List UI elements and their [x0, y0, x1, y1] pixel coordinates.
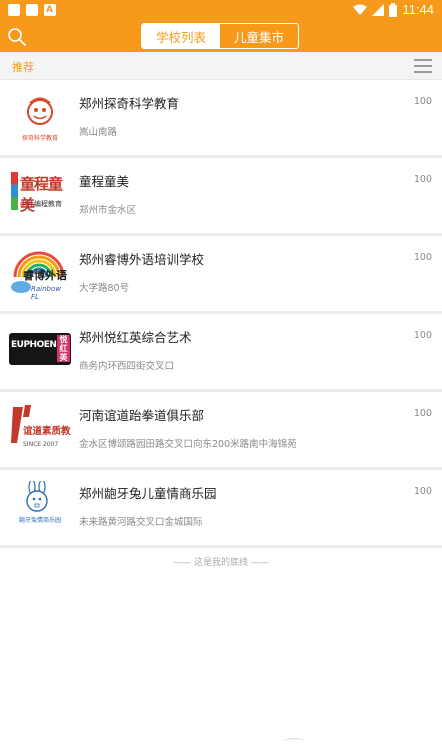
- school-logo: 龅牙兔情商乐园: [9, 481, 71, 537]
- wifi-icon: [353, 4, 368, 15]
- list-item[interactable]: 谊道素质教育 SINCE 2007 河南谊道跆拳道俱乐部 金水区博颂路园田路交叉…: [0, 392, 442, 470]
- notification-icons: [8, 4, 56, 16]
- school-logo: 童程童美 少儿编程教育: [9, 169, 71, 225]
- signal-icon: [372, 3, 385, 16]
- school-address: 大学路80号: [79, 283, 130, 294]
- home-indicator: [283, 738, 305, 745]
- school-score: 100: [413, 408, 432, 419]
- logo-text: 龅牙兔情商乐园: [18, 517, 61, 524]
- list-item[interactable]: 探奇科学教育 郑州探奇科学教育 嵩山南路 100: [0, 80, 442, 158]
- list-item[interactable]: 睿博外语 Rainbow FL 郑州睿博外语培训学校 大学路80号 100: [0, 236, 442, 314]
- status-bar: 11:44: [0, 0, 442, 20]
- school-address: 金水区博颂路园田路交叉口向东200米路南中海锦苑: [79, 439, 297, 450]
- notification-icon: [26, 4, 38, 16]
- search-icon[interactable]: [7, 27, 27, 47]
- school-score: 100: [413, 330, 432, 341]
- school-name: 郑州探奇科学教育: [79, 96, 180, 111]
- segmented-control: 学校列表 儿童集市: [141, 23, 299, 49]
- logo-text: 探奇科学教育: [21, 135, 58, 142]
- app-notification-icon: [44, 4, 56, 16]
- notification-icon: [8, 4, 20, 16]
- school-address: 未来路黄河路交叉口金城国际: [79, 517, 203, 528]
- tab-school-list[interactable]: 学校列表: [142, 24, 220, 48]
- school-name: 河南谊道跆拳道俱乐部: [79, 408, 205, 423]
- logo-subtext: 悦红英: [57, 335, 70, 362]
- school-address: 嵩山南路: [79, 127, 118, 138]
- logo-subtext: SINCE 2007: [23, 441, 59, 448]
- list-end-text: —— 这是我的底线 ——: [173, 558, 269, 568]
- recommend-label: 推荐: [12, 61, 34, 74]
- school-name: 郑州悦红英综合艺术: [79, 330, 192, 345]
- menu-list-icon[interactable]: [414, 59, 432, 73]
- app-header: 学校列表 儿童集市: [0, 20, 442, 52]
- list-item[interactable]: EUPHOENIX 悦红英 郑州悦红英综合艺术 商务内环西四街交叉口 100: [0, 314, 442, 392]
- recommend-bar: 推荐: [0, 52, 442, 80]
- school-score: 100: [413, 96, 432, 107]
- school-address: 郑州市金水区: [79, 205, 137, 216]
- status-time: 11:44: [402, 2, 434, 17]
- tab-kids-market[interactable]: 儿童集市: [220, 24, 298, 48]
- logo-text: 睿博外语: [23, 269, 67, 282]
- school-name: 郑州龅牙兔儿童情商乐园: [79, 486, 217, 501]
- school-score: 100: [413, 174, 432, 185]
- school-score: 100: [413, 252, 432, 263]
- logo-subtext: 少儿编程教育: [20, 200, 62, 208]
- school-name: 郑州睿博外语培训学校: [79, 252, 205, 267]
- school-score: 100: [413, 486, 432, 497]
- logo-subtext: Rainbow FL: [31, 285, 61, 301]
- school-logo: 睿博外语 Rainbow FL: [9, 247, 71, 303]
- school-logo: 谊道素质教育 SINCE 2007: [9, 403, 71, 459]
- school-address: 商务内环西四街交叉口: [79, 361, 175, 372]
- list-item[interactable]: 龅牙兔情商乐园 郑州龅牙兔儿童情商乐园 未来路黄河路交叉口金城国际 100: [0, 470, 442, 548]
- list-item[interactable]: 童程童美 少儿编程教育 童程童美 郑州市金水区 100: [0, 158, 442, 236]
- battery-icon: [389, 2, 398, 17]
- school-logo: EUPHOENIX 悦红英: [9, 325, 71, 381]
- logo-text: 谊道素质教育: [23, 426, 71, 437]
- school-logo: 探奇科学教育: [9, 91, 71, 147]
- school-name: 童程童美: [79, 174, 130, 189]
- school-list: 探奇科学教育 郑州探奇科学教育 嵩山南路 100 童程童美 少儿编程教育 童程童…: [0, 80, 442, 548]
